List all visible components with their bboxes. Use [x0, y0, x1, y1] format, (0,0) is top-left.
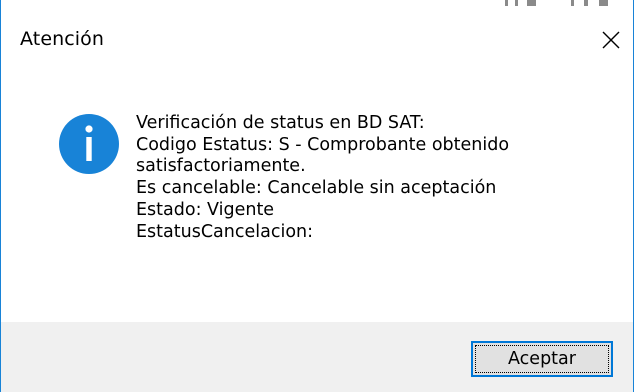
- button-bar: Aceptar: [1, 322, 633, 392]
- message-line: EstatusCancelacion:: [136, 221, 314, 242]
- message-text: Verificación de status en BD SAT: Codigo…: [136, 113, 596, 243]
- message-line: Es cancelable: Cancelable sin aceptación: [136, 178, 497, 199]
- close-icon: [602, 31, 620, 49]
- accept-button[interactable]: Aceptar: [471, 341, 613, 377]
- message-line: Verificación de status en BD SAT:: [136, 113, 425, 133]
- accept-button-label: Aceptar: [475, 345, 609, 373]
- message-line: satisfactoriamente.: [136, 156, 306, 177]
- close-button[interactable]: [589, 20, 633, 60]
- message-line: Estado: Vigente: [136, 199, 275, 220]
- message-dialog: Atención Verificación de status en BD SA…: [0, 0, 634, 392]
- dialog-content: Verificación de status en BD SAT: Codigo…: [1, 82, 633, 322]
- title-bar[interactable]: Atención: [1, 0, 633, 82]
- message-line: Codigo Estatus: S - Comprobante obtenido: [136, 134, 510, 155]
- dialog-title: Atención: [20, 28, 105, 50]
- info-icon: [59, 114, 119, 174]
